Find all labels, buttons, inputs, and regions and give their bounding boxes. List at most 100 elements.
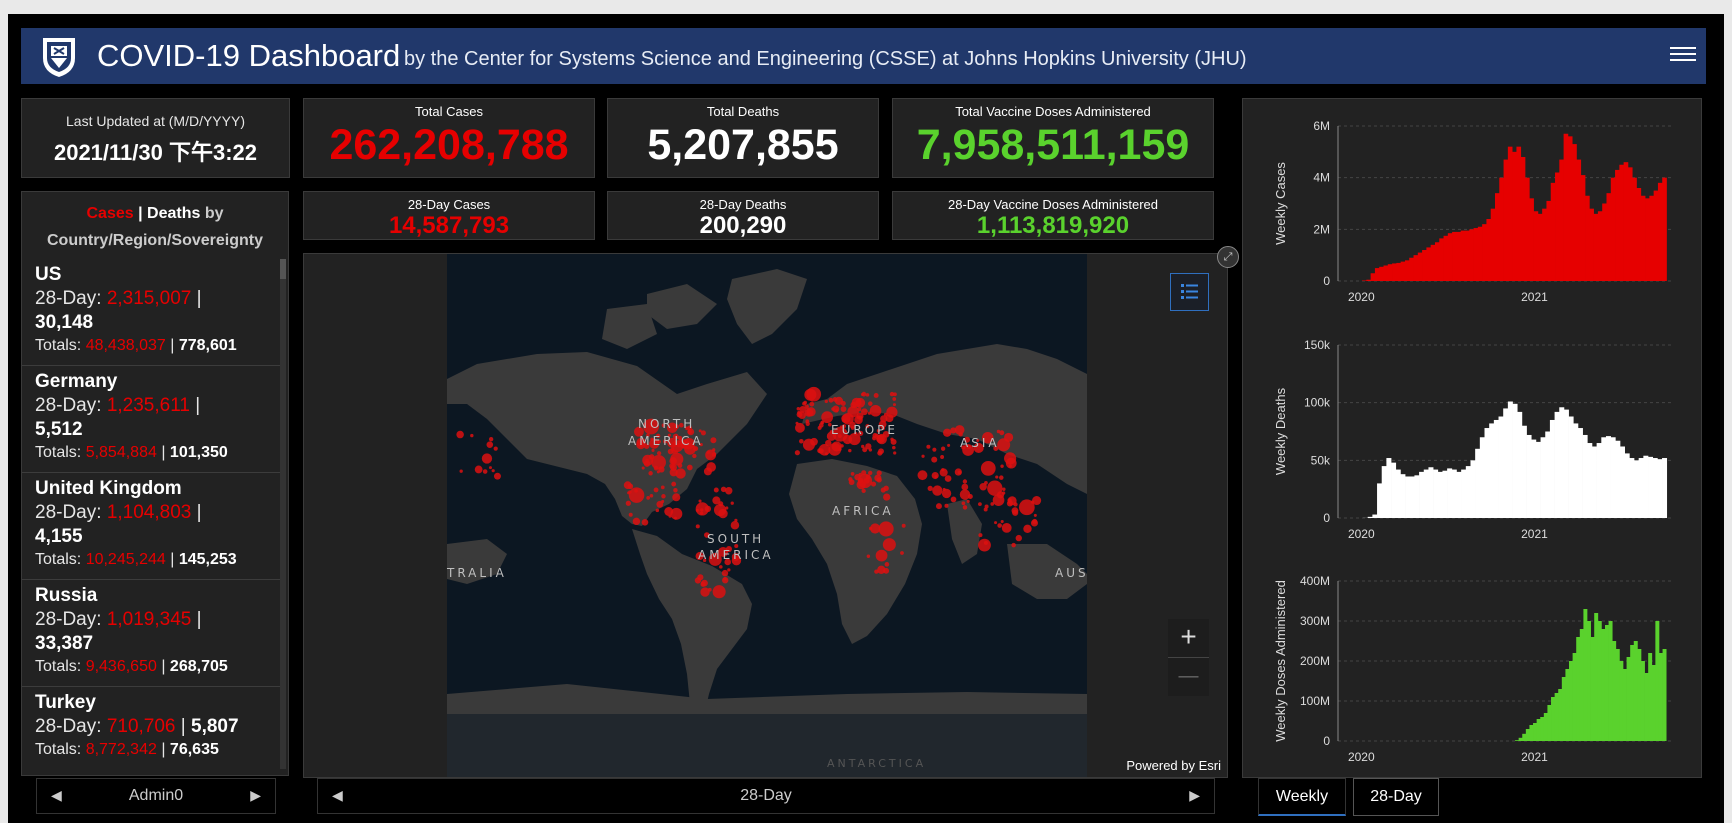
- case-dot: [860, 408, 868, 416]
- total-deaths-panel: Total Deaths 5,207,855: [607, 98, 879, 178]
- case-dot: [1030, 519, 1038, 527]
- zoom-out-button[interactable]: —: [1168, 658, 1209, 696]
- case-dot: [901, 523, 906, 528]
- chart-bar: [1652, 458, 1658, 518]
- case-dot: [882, 538, 896, 552]
- list-scrollbar[interactable]: [280, 259, 286, 769]
- list-next-icon[interactable]: ▶: [250, 787, 261, 804]
- legend-list-icon[interactable]: [1170, 273, 1209, 311]
- chart-bar: [1362, 280, 1367, 281]
- y-tick-label: 2M: [1313, 222, 1330, 236]
- chart-bar: [1456, 471, 1462, 518]
- total-vaccine-value: 7,958,511,159: [916, 121, 1190, 169]
- chart-bar: [1456, 231, 1462, 281]
- case-dot: [877, 565, 886, 575]
- case-dot: [642, 454, 654, 466]
- case-dot: [883, 493, 891, 501]
- case-dot: [1001, 491, 1006, 495]
- map-label-australia-right: AUS: [1055, 566, 1089, 580]
- list-item[interactable]: US 28-Day: 2,315,007 | 30,148 Totals: 48…: [22, 259, 280, 366]
- list-item[interactable]: United Kingdom 28-Day: 1,104,803 | 4,155…: [22, 473, 280, 580]
- deaths-total: 778,601: [178, 337, 237, 354]
- y-axis-label: Weekly Deaths: [1273, 387, 1288, 475]
- total-deaths-value: 5,207,855: [647, 121, 839, 169]
- map-label-africa: AFRICA: [832, 504, 894, 518]
- tab-weekly[interactable]: Weekly: [1258, 778, 1346, 816]
- map-label-australia-left: TRALIA: [447, 566, 507, 580]
- chart-bar: [1567, 136, 1573, 281]
- case-dot: [941, 488, 952, 499]
- last-updated-value: 2021/11/30 下午3:22: [53, 140, 258, 165]
- chart-bar: [1563, 133, 1569, 281]
- case-dot: [999, 475, 1004, 480]
- world-map[interactable]: NORTH AMERICA EUROPE ASIA AFRICA SOUTH A…: [447, 254, 1087, 777]
- case-dot: [641, 466, 645, 470]
- deaths-28day-label: 28-Day Deaths: [699, 197, 787, 212]
- case-dot: [869, 404, 882, 417]
- case-dot: [723, 577, 727, 581]
- chart-bar: [1627, 167, 1633, 281]
- map-canvas[interactable]: [447, 254, 1087, 777]
- case-dot: [978, 538, 991, 552]
- chart-bar: [1645, 198, 1650, 281]
- chart-bar: [1442, 470, 1448, 518]
- last-updated-label: Last Updated at (M/D/YYYY): [66, 113, 245, 129]
- tab-28day[interactable]: 28-Day: [1353, 778, 1439, 816]
- case-dot: [703, 467, 712, 476]
- menu-icon[interactable]: [1670, 43, 1696, 67]
- case-dot: [944, 475, 952, 482]
- list-scrollbar-thumb[interactable]: [280, 259, 286, 279]
- list-heading-scope: Country/Region/Sovereignty: [46, 232, 264, 249]
- list-heading-separator: |: [133, 205, 148, 222]
- list-item[interactable]: Germany 28-Day: 1,235,611 | 5,512 Totals…: [22, 366, 280, 473]
- country-name: Turkey: [35, 692, 96, 713]
- case-dot: [456, 430, 464, 439]
- case-dot: [670, 452, 684, 466]
- chart-bar: [1657, 459, 1663, 518]
- map-next-icon[interactable]: ▶: [1189, 787, 1200, 804]
- chart-bar: [1482, 224, 1487, 281]
- case-dot: [987, 480, 1003, 496]
- map-label-europe: EUROPE: [831, 423, 898, 437]
- totals-label: Totals:: [35, 658, 86, 675]
- totals-label: Totals:: [35, 551, 86, 568]
- case-dot: [892, 445, 896, 450]
- chart-bar: [1563, 409, 1569, 518]
- deaths-28day: 4,155: [35, 526, 83, 547]
- list-heading-by: by: [200, 205, 224, 222]
- chart-bar: [1377, 483, 1383, 518]
- chart-bar: [1413, 255, 1419, 281]
- list-item[interactable]: Russia 28-Day: 1,019,345 | 33,387 Totals…: [22, 580, 280, 687]
- chart-bar: [1638, 458, 1644, 518]
- zoom-in-button[interactable]: +: [1168, 619, 1209, 658]
- case-dot: [1008, 464, 1012, 468]
- cases-toggle[interactable]: Cases: [86, 205, 133, 222]
- chart-bar: [1648, 456, 1654, 518]
- chart-bar: [1475, 448, 1481, 518]
- chart-bar: [1400, 261, 1406, 281]
- cases-28day-label: 28-Day Cases: [407, 197, 491, 212]
- chart-bar: [1629, 458, 1635, 518]
- list-pager-label: Admin0: [128, 787, 184, 804]
- chart-bar: [1405, 476, 1411, 518]
- case-dot: [1011, 542, 1016, 548]
- chart-bar: [1404, 260, 1410, 281]
- case-dot: [491, 469, 495, 473]
- list-item[interactable]: Turkey 28-Day: 710,706 | 5,807 Totals: 8…: [22, 687, 280, 773]
- case-dot: [861, 391, 867, 397]
- deaths-toggle[interactable]: Deaths: [147, 205, 200, 222]
- map-panel[interactable]: NORTH AMERICA EUROPE ASIA AFRICA SOUTH A…: [303, 253, 1228, 778]
- d28-label: 28-Day:: [35, 502, 107, 523]
- expand-icon[interactable]: ⤢: [1217, 246, 1239, 268]
- chart-bar: [1615, 169, 1620, 281]
- map-label-antarctica: ANTARCTICA: [827, 757, 927, 770]
- case-dot: [719, 565, 723, 569]
- total-cases-panel: Total Cases 262,208,788: [303, 98, 595, 178]
- case-dot: [932, 447, 937, 452]
- chart-bar: [1585, 195, 1590, 281]
- cases-total: 48,438,037: [85, 337, 166, 354]
- chart-bar: [1634, 460, 1640, 518]
- header-bar: COVID-19 Dashboard by the Center for Sys…: [21, 28, 1706, 84]
- x-tick-label: 2020: [1348, 290, 1375, 304]
- case-dot: [656, 500, 664, 508]
